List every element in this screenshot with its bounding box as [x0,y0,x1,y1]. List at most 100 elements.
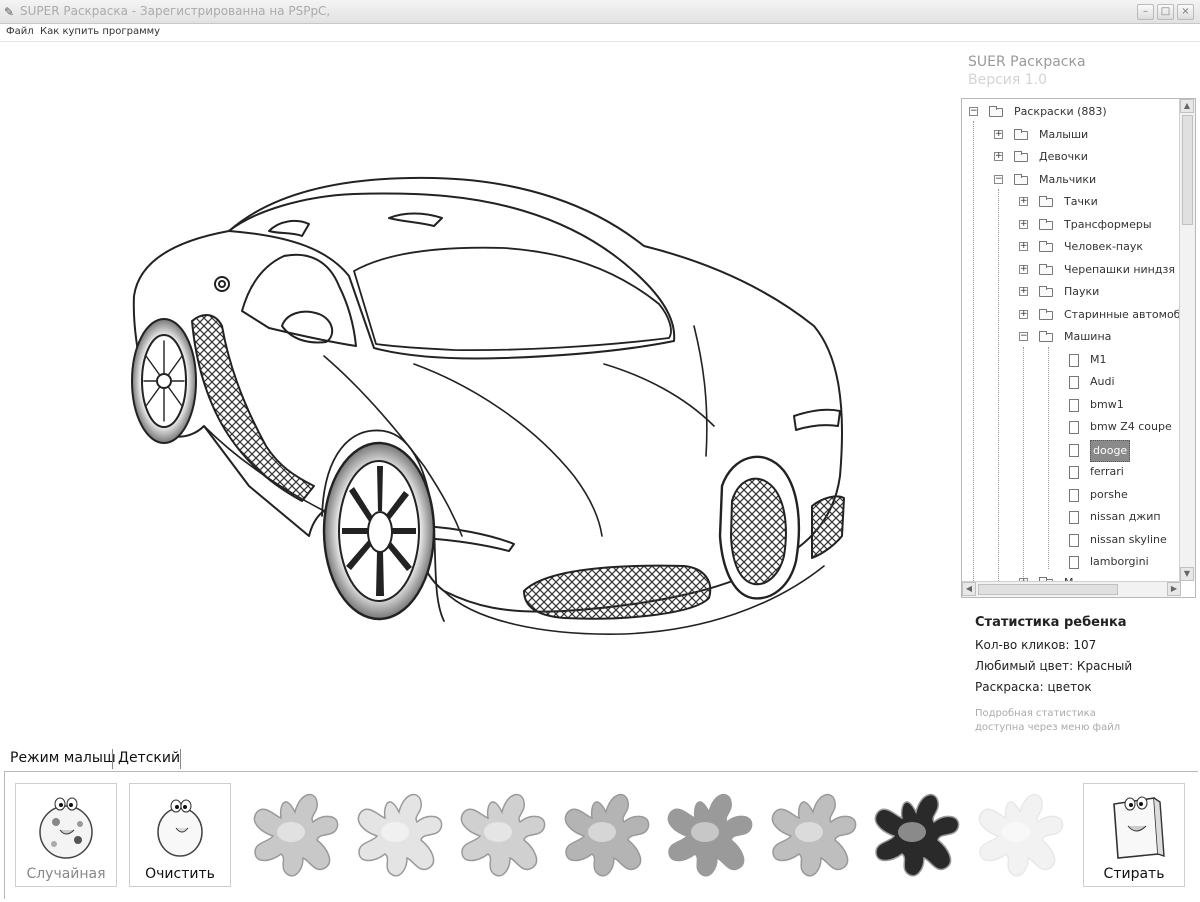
menu-how-to-buy[interactable]: Как купить программу [40,26,160,37]
tree-label: М... [1064,573,1084,581]
coloring-canvas[interactable] [4,46,954,740]
tree-node-boys-child[interactable]: + Черепашки ниндзя [962,260,1180,280]
tree-leaf-car[interactable]: bmw1 [962,395,1180,415]
color-splat-4[interactable] [556,782,656,882]
child-stats-panel: Статистика ребенка Кол-во кликов: 107 Лю… [961,602,1196,742]
clear-face-icon [157,799,203,857]
color-splat-2[interactable] [349,782,449,882]
expand-icon[interactable]: + [1019,287,1028,296]
tree-node-boys-child[interactable]: + Старинные автомоби [962,305,1180,325]
clear-label: Очистить [145,866,215,882]
scroll-down-icon[interactable]: ▼ [1180,567,1194,581]
tree-label: Машина [1064,330,1112,343]
tree-label: Audi [1090,375,1115,388]
folder-icon [1014,129,1028,140]
collapse-icon[interactable]: − [994,175,1003,184]
expand-icon[interactable]: + [994,152,1003,161]
expand-icon[interactable]: + [1019,265,1028,274]
tree-node-boys-child[interactable]: + Человек-паук [962,237,1180,257]
tree-node-boys-child[interactable]: + Трансформеры [962,215,1180,235]
window-title: SUPER Раскраска - Зарегистрированна на P… [20,4,331,18]
menu-file[interactable]: Файл [6,26,34,37]
scroll-thumb[interactable] [978,584,1118,595]
file-icon [1069,376,1079,389]
folder-icon [1039,309,1053,320]
tree-node-root[interactable]: − Раскраски (883) [962,102,1180,122]
expand-icon[interactable]: + [1019,197,1028,206]
tree-leaf-car[interactable]: lamborgini [962,552,1180,572]
app-icon: ✎ [4,5,15,19]
maximize-button[interactable]: □ [1157,4,1174,20]
title-bar: ✎ SUPER Раскраска - Зарегистрированна на… [0,0,1200,24]
stats-clicks: Кол-во кликов: 107 [975,638,1097,652]
tree-leaf-car[interactable]: porshe [962,485,1180,505]
color-splat-3[interactable] [452,782,552,882]
color-splat-6[interactable] [763,782,863,882]
tree-leaf-car[interactable]: M1 [962,350,1180,370]
menu-bar: Файл Как купить программу [0,24,1200,42]
color-splat-highlight [484,822,512,842]
file-icon [1069,466,1079,479]
expand-icon[interactable]: + [1019,242,1028,251]
tree-leaf-car[interactable]: ferrari [962,462,1180,482]
stats-coloring: Раскраска: цветок [975,680,1092,694]
tree-vertical-scrollbar[interactable]: ▲ ▼ [1179,99,1195,581]
scroll-thumb[interactable] [1182,115,1193,225]
tree-leaf-car-selected[interactable]: dooge [962,440,1180,462]
folder-icon [1014,151,1028,162]
folder-icon [1039,219,1053,230]
color-splat-8[interactable] [970,782,1070,882]
close-button[interactable]: × [1177,4,1194,20]
color-splat-7[interactable] [866,782,966,882]
coloring-tree[interactable]: − Раскраски (883) + Малыши + Девочки − М… [961,98,1196,598]
tab-baby-mode[interactable]: Режим малыш [10,745,116,771]
tree-label: dooge [1090,440,1131,462]
expand-icon[interactable]: + [1019,310,1028,319]
file-icon [1069,556,1079,569]
collapse-icon[interactable]: − [969,107,978,116]
color-splat-highlight [794,822,823,842]
scroll-left-icon[interactable]: ◀ [962,582,976,596]
tree-node-kids[interactable]: + Малыши [962,125,1180,145]
tree-horizontal-scrollbar[interactable]: ◀ ▶ [962,581,1181,597]
folder-icon [1014,174,1028,185]
tree-label: Тачки [1064,195,1098,208]
tree-node-girls[interactable]: + Девочки [962,147,1180,167]
folder-icon [1039,241,1053,252]
minimize-button[interactable]: – [1137,4,1154,20]
tree-label: Человек-паук [1064,240,1144,253]
tree-node-boys-child[interactable]: + Тачки [962,192,1180,212]
tree-label: Трансформеры [1064,218,1152,231]
tree-leaf-car[interactable]: nissan skyline [962,530,1180,550]
app-version: Версия 1.0 [968,72,1048,88]
tree-label: Девочки [1039,150,1088,163]
tab-child-mode[interactable]: Детский [118,745,180,771]
scroll-right-icon[interactable]: ▶ [1167,582,1181,596]
tree-label: Старинные автомоби [1064,308,1180,321]
tree-label: lamborgini [1090,555,1149,568]
expand-icon[interactable]: + [1019,220,1028,229]
color-splat-highlight [898,822,926,842]
random-button[interactable]: Случайная [15,783,117,887]
color-splat-5[interactable] [659,782,759,882]
color-splat-1[interactable] [245,782,345,882]
color-splat-highlight [380,822,409,842]
tree-leaf-car[interactable]: nissan джип [962,507,1180,527]
tree-leaf-car[interactable]: bmw Z4 coupe [962,417,1180,437]
tree-label: porshe [1090,488,1128,501]
tree-node-boys[interactable]: − Мальчики [962,170,1180,190]
tree-node-boys-child[interactable]: + Пауки [962,282,1180,302]
expand-icon[interactable]: + [994,130,1003,139]
scroll-up-icon[interactable]: ▲ [1180,99,1194,113]
erase-button[interactable]: Стирать [1083,783,1185,887]
collapse-icon[interactable]: − [1019,332,1028,341]
color-splat-highlight [587,822,616,842]
color-splat-highlight [1001,822,1030,842]
tree-leaf-car[interactable]: Audi [962,372,1180,392]
tree-node-partial[interactable]: + М... [962,573,1180,581]
file-icon [1069,444,1079,457]
stats-favorite-color: Любимый цвет: Красный [975,659,1133,673]
tree-node-car-folder[interactable]: − Машина [962,327,1180,347]
clear-button[interactable]: Очистить [129,783,231,887]
tree-label: Мальчики [1039,173,1097,186]
